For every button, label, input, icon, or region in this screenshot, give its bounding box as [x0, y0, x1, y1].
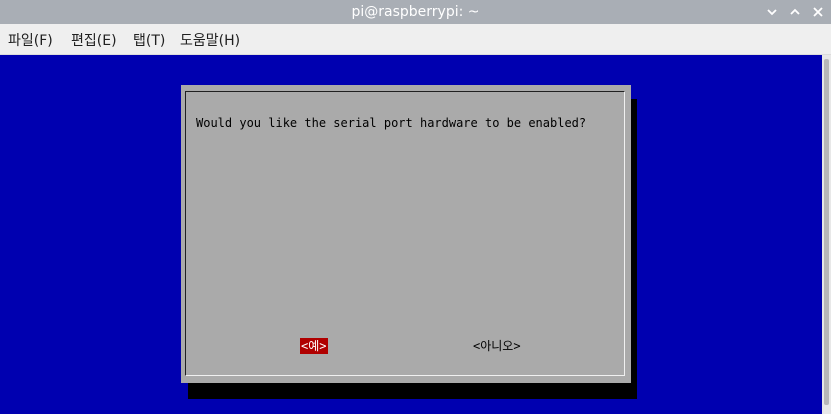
no-button[interactable]: <아니오> — [473, 338, 521, 354]
close-button[interactable] — [810, 4, 826, 20]
scrollbar-thumb[interactable] — [824, 59, 829, 405]
dialog-question: Would you like the serial port hardware … — [196, 116, 587, 130]
chevron-down-icon — [767, 9, 777, 16]
close-icon — [813, 7, 823, 17]
window-titlebar[interactable]: pi@raspberrypi: ~ — [0, 0, 831, 24]
menu-file[interactable]: 파일(F) — [8, 30, 53, 50]
scrollbar[interactable] — [822, 55, 831, 414]
window-title: pi@raspberrypi: ~ — [351, 4, 480, 20]
chevron-up-icon — [790, 8, 800, 15]
yes-button[interactable]: <예> — [300, 338, 328, 354]
menu-tabs[interactable]: 탭(T) — [133, 30, 165, 50]
maximize-button[interactable] — [787, 4, 803, 20]
confirm-dialog: Would you like the serial port hardware … — [181, 85, 631, 383]
menu-help[interactable]: 도움말(H) — [180, 30, 240, 50]
menu-edit[interactable]: 편집(E) — [71, 30, 117, 50]
dialog-frame — [185, 91, 625, 376]
menu-bar: 파일(F) 편집(E) 탭(T) 도움말(H) — [0, 24, 831, 55]
minimize-button[interactable] — [764, 4, 780, 20]
